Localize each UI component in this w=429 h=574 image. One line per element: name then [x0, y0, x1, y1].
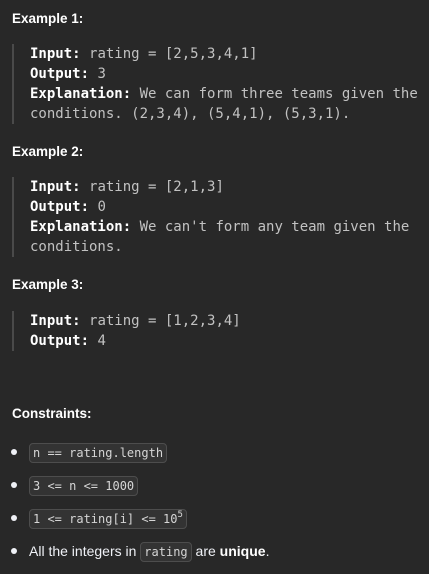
input-label: Input: [30, 46, 81, 62]
bullet-icon [11, 482, 17, 488]
bullet-icon [11, 548, 17, 554]
input-label: Input: [30, 313, 81, 329]
constraint-item: All the integers in rating are unique. [0, 541, 429, 563]
input-value: rating = [2,1,3] [89, 179, 224, 195]
constraint-code: rating [140, 542, 192, 563]
explanation-label: Explanation: [30, 219, 132, 235]
constraint-code: 3 <= n <= 1000 [29, 476, 139, 497]
explanation-text: We can form three teams given the [139, 86, 418, 102]
input-label: Input: [30, 179, 81, 195]
output-value: 3 [97, 66, 106, 82]
example-3-output-line: Output: 4 [30, 331, 429, 351]
constraint-code: 1 <= rating[i] <= 105 [29, 509, 187, 530]
example-2-input-line: Input: rating = [2,1,3] [30, 177, 429, 197]
example-1-output-line: Output: 3 [30, 64, 429, 84]
explanation-text: We can't form any team given the [139, 219, 410, 235]
example-1-block: Input: rating = [2,5,3,4,1] Output: 3 Ex… [12, 44, 429, 124]
example-2-explanation-line: Explanation: We can't form any team give… [30, 217, 429, 237]
output-label: Output: [30, 199, 90, 215]
constraint-content: All the integers in rating are unique. [29, 541, 270, 563]
bullet-icon [11, 515, 17, 521]
example-2-heading: Example 2: [12, 144, 84, 159]
example-2-explanation-line-2: conditions. [30, 237, 429, 257]
example-2-block: Input: rating = [2,1,3] Output: 0 Explan… [12, 177, 429, 257]
example-1-heading: Example 1: [12, 11, 84, 26]
input-value: rating = [1,2,3,4] [89, 313, 241, 329]
example-2-output-line: Output: 0 [30, 197, 429, 217]
constraint-content: 1 <= rating[i] <= 105 [29, 508, 187, 530]
example-3-input-line: Input: rating = [1,2,3,4] [30, 311, 429, 331]
constraint-text: are [195, 543, 216, 559]
output-label: Output: [30, 333, 90, 349]
input-value: rating = [2,5,3,4,1] [89, 46, 258, 62]
example-3-heading: Example 3: [12, 277, 84, 292]
constraint-item: 1 <= rating[i] <= 105 [0, 508, 429, 530]
constraint-text: All the integers in [29, 543, 137, 559]
constraint-content: n == rating.length [29, 442, 168, 464]
example-1-explanation-line-2: conditions. (2,3,4), (5,4,1), (5,3,1). [30, 104, 429, 124]
constraint-text: . [265, 543, 270, 559]
example-1-explanation-line: Explanation: We can form three teams giv… [30, 84, 429, 104]
constraint-item: n == rating.length [0, 442, 429, 464]
example-1-input-line: Input: rating = [2,5,3,4,1] [30, 44, 429, 64]
output-value: 0 [97, 199, 106, 215]
constraint-emphasis: unique [219, 543, 266, 559]
constraints-heading: Constraints: [12, 406, 92, 421]
constraint-item: 3 <= n <= 1000 [0, 475, 429, 497]
constraint-code-exponent: 5 [177, 510, 183, 521]
output-value: 4 [97, 333, 106, 349]
constraint-content: 3 <= n <= 1000 [29, 475, 139, 497]
explanation-label: Explanation: [30, 86, 132, 102]
explanation-text-continued: conditions. (2,3,4), (5,4,1), (5,3,1). [30, 106, 351, 122]
constraint-code: n == rating.length [29, 443, 168, 464]
output-label: Output: [30, 66, 90, 82]
constraint-code-base: 1 <= rating[i] <= 10 [33, 512, 178, 527]
example-3-block: Input: rating = [1,2,3,4] Output: 4 [12, 311, 429, 351]
bullet-icon [11, 449, 17, 455]
explanation-text-continued: conditions. [30, 239, 123, 255]
